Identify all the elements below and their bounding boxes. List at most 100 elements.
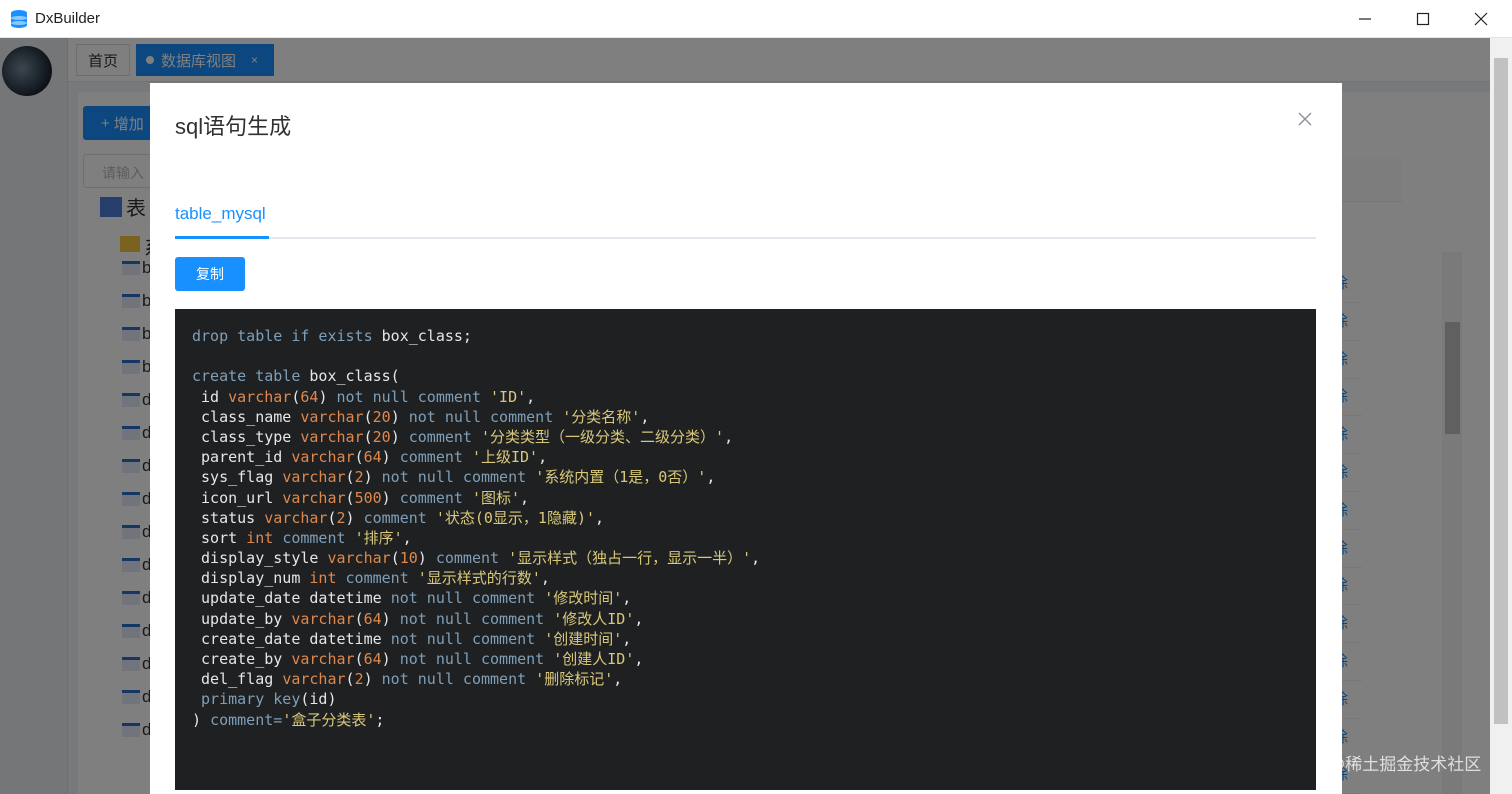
code-token: )	[390, 427, 409, 446]
code-token: not null comment	[390, 589, 545, 608]
code-token: '显示样式（独占一行，显示一半）'	[508, 549, 752, 568]
minimize-icon	[1359, 18, 1371, 20]
code-token: )	[192, 710, 211, 729]
code-token: (	[345, 670, 355, 689]
code-token: ,	[706, 468, 716, 487]
close-icon	[1474, 12, 1488, 26]
code-token: class_type	[192, 427, 301, 446]
close-window-button[interactable]	[1452, 0, 1510, 38]
code-token: )	[363, 468, 382, 487]
code-line: icon_url varchar(500) comment '图标',	[192, 488, 1316, 508]
code-line: primary key(id)	[192, 689, 1316, 709]
code-token: 64	[300, 387, 319, 406]
code-token: not null comment	[381, 670, 536, 689]
sql-dialog: sql语句生成 table_mysql 复制 drop table if exi…	[150, 83, 1342, 794]
code-token: ,	[634, 650, 644, 668]
code-token: 64	[363, 609, 382, 628]
code-token: ,	[724, 427, 734, 446]
code-token: drop table if exists	[192, 327, 382, 345]
code-token: create_date datetime	[192, 629, 391, 648]
code-token: (	[345, 468, 355, 487]
code-line: sort int comment '排序',	[192, 528, 1316, 548]
code-token: (	[327, 508, 337, 527]
code-token: not null comment	[381, 468, 536, 487]
code-token: ,	[613, 670, 623, 689]
code-line: del_flag varchar(2) not null comment '删除…	[192, 669, 1316, 689]
code-token: ,	[595, 508, 605, 527]
code-line: parent_id varchar(64) comment '上级ID',	[192, 447, 1316, 467]
tab-active-indicator	[175, 236, 269, 239]
maximize-icon	[1416, 12, 1430, 26]
code-line: ) comment='盒子分类表';	[192, 710, 1316, 730]
code-token: '创建时间'	[544, 629, 623, 648]
code-token: )	[318, 387, 337, 406]
code-token: varchar	[282, 670, 346, 689]
code-token: '修改人ID'	[553, 609, 635, 628]
code-token: '系统内置（1是，0否）'	[535, 468, 707, 487]
code-token: '图标'	[471, 488, 521, 507]
code-token: not null comment	[390, 629, 545, 648]
code-token: varchar	[282, 488, 346, 507]
tab-table-mysql[interactable]: table_mysql	[175, 204, 266, 224]
code-token: (	[354, 609, 364, 628]
code-token: )	[390, 407, 409, 426]
maximize-button[interactable]	[1394, 0, 1452, 38]
code-token: '排序'	[354, 528, 403, 547]
code-token: ,	[622, 589, 632, 608]
code-token: comment	[345, 569, 418, 588]
copy-button[interactable]: 复制	[175, 257, 245, 291]
code-line: display_style varchar(10) comment '显示样式（…	[192, 548, 1316, 568]
code-token: (	[354, 448, 364, 467]
code-token: not null comment	[399, 609, 554, 628]
window-titlebar: DxBuilder	[0, 0, 1512, 38]
code-token: '显示样式的行数'	[417, 569, 541, 588]
code-token: ,	[526, 387, 536, 406]
code-line: update_date datetime not null comment '修…	[192, 588, 1316, 608]
code-token: )	[381, 488, 400, 507]
code-token: varchar	[228, 387, 292, 406]
code-token: (	[363, 427, 373, 446]
code-token: 2	[354, 468, 364, 487]
code-line: status varchar(2) comment '状态(0显示，1隐藏)',	[192, 508, 1316, 528]
dialog-close-button[interactable]	[1295, 109, 1315, 129]
code-token: )	[345, 508, 364, 527]
code-token: comment	[363, 508, 436, 527]
sql-code-block: drop table if exists box_class;create ta…	[175, 309, 1316, 790]
code-token: varchar	[282, 468, 346, 487]
code-token: comment	[399, 488, 472, 507]
code-token: '分类名称'	[562, 407, 641, 426]
code-token: (	[345, 488, 355, 507]
code-token: update_by	[192, 609, 292, 628]
code-token: 'ID'	[490, 387, 527, 406]
code-token: class_name	[192, 407, 301, 426]
code-token: '上级ID'	[471, 448, 539, 467]
code-token: '创建人ID'	[553, 650, 635, 668]
code-token: 64	[363, 448, 382, 467]
code-line: sys_flag varchar(2) not null comment '系统…	[192, 467, 1316, 487]
code-token: sort	[192, 528, 247, 547]
code-token: create table	[192, 367, 310, 386]
code-token: varchar	[291, 650, 355, 668]
code-token: display_style	[192, 549, 328, 568]
code-token: id	[192, 387, 229, 406]
code-token: 20	[372, 427, 391, 446]
window-title: DxBuilder	[35, 10, 101, 27]
code-token: comment=	[210, 710, 283, 729]
minimize-button[interactable]	[1336, 0, 1394, 38]
code-token: primary key	[192, 690, 301, 709]
code-line: class_type varchar(20) comment '分类类型（一级分…	[192, 427, 1316, 447]
code-token: comment	[282, 528, 355, 547]
watermark: @稀土掘金技术社区	[1328, 755, 1482, 774]
window-scrollbar-thumb[interactable]	[1494, 58, 1508, 724]
code-token: box_class;	[381, 327, 472, 345]
code-token: (	[363, 407, 373, 426]
code-line: display_num int comment '显示样式的行数',	[192, 568, 1316, 588]
code-token: varchar	[264, 508, 328, 527]
code-token: )	[363, 670, 382, 689]
code-token: )	[381, 448, 400, 467]
code-line: create table box_class(	[192, 366, 1316, 386]
code-line: id varchar(64) not null comment 'ID',	[192, 387, 1316, 407]
code-token: update_date datetime	[192, 589, 391, 608]
code-token: '分类类型（一级分类、二级分类）'	[481, 427, 725, 446]
code-token: )	[381, 650, 400, 668]
